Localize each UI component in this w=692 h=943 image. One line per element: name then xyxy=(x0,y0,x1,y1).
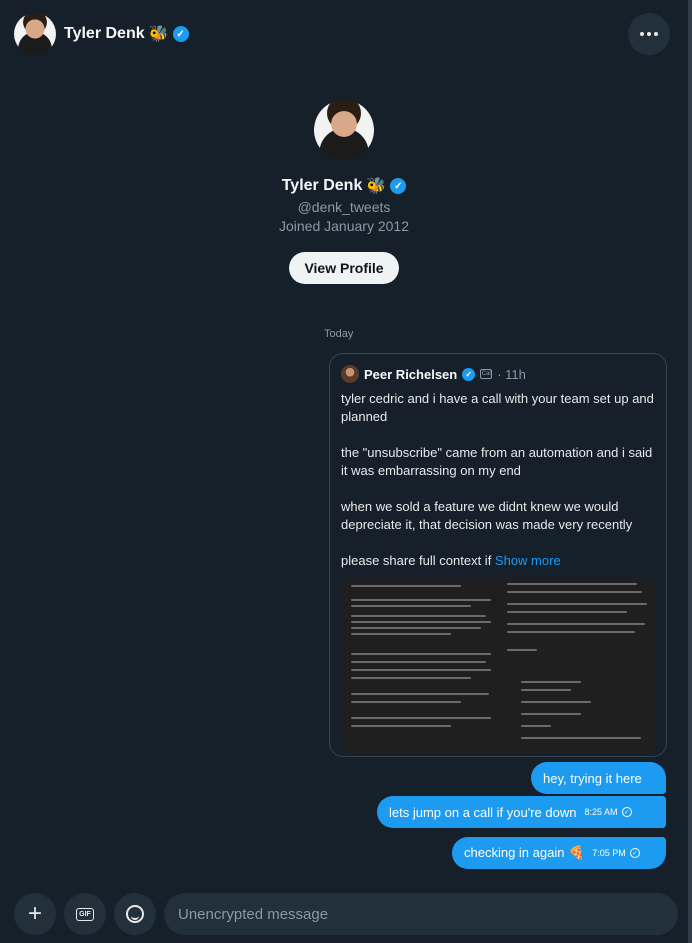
message-text: hey, trying it here xyxy=(543,770,642,786)
sent-check-icon: ✓ xyxy=(621,807,632,817)
date-divider: Today xyxy=(324,328,354,340)
profile-name: Tyler Denk 🐝 ✓ xyxy=(0,176,688,196)
view-profile-button[interactable]: View Profile xyxy=(289,252,399,284)
bee-emoji: 🐝 xyxy=(148,26,169,43)
plus-icon: + xyxy=(27,900,42,927)
profile-handle: @denk_tweets xyxy=(297,199,391,215)
tweet-image[interactable] xyxy=(341,577,655,753)
message-composer: + GIF xyxy=(0,885,688,943)
avatar[interactable] xyxy=(14,13,56,55)
emoji-icon xyxy=(126,905,144,923)
emoji-button[interactable] xyxy=(114,893,156,935)
tweet-time-value: 11h xyxy=(505,366,526,382)
more-dot-icon xyxy=(640,32,644,36)
profile-summary: Tyler Denk 🐝 ✓ @denk_tweets Joined Janua… xyxy=(0,100,688,284)
verified-icon: ✓ xyxy=(172,26,189,42)
message-text: lets jump on a call if you're down xyxy=(389,804,577,820)
message-text: checking in again 🍕 xyxy=(464,845,585,860)
image-panel xyxy=(345,579,495,641)
header-name-text: Tyler Denk xyxy=(64,25,145,42)
gif-icon: GIF xyxy=(76,907,94,921)
conversation-header: Tyler Denk 🐝 ✓ xyxy=(0,0,688,68)
quoted-tweet-card[interactable]: Peer Richelsen ✓ Cal · 11h tyler cedric … xyxy=(329,353,667,757)
message-time: 8:25 AM xyxy=(584,807,618,817)
tweet-paragraph: the "unsubscribe" came from an automatio… xyxy=(341,445,653,478)
tweet-author-avatar xyxy=(341,365,359,383)
more-options-button[interactable] xyxy=(628,13,670,55)
bee-emoji: 🐝 xyxy=(366,178,387,195)
show-more-link[interactable]: Show more xyxy=(495,553,561,568)
profile-avatar[interactable] xyxy=(314,100,374,160)
window-edge xyxy=(688,0,692,943)
message-meta: 8:25 AM ✓ xyxy=(584,807,632,817)
tweet-text: tyler cedric and i have a call with your… xyxy=(341,390,655,570)
sent-check-icon: ✓ xyxy=(629,848,640,858)
header-name[interactable]: Tyler Denk 🐝 ✓ xyxy=(64,24,189,44)
tweet-author-name: Peer Richelsen xyxy=(364,366,458,382)
add-attachment-button[interactable]: + xyxy=(14,893,56,935)
gif-button[interactable]: GIF xyxy=(64,893,106,935)
profile-name-text: Tyler Denk xyxy=(281,177,363,194)
tweet-time: · 11h xyxy=(497,366,526,382)
tweet-paragraph-truncated: please share full context if Show more xyxy=(341,552,655,570)
message-bubble[interactable]: lets jump on a call if you're down 8:25 … xyxy=(377,796,666,828)
message-input[interactable] xyxy=(164,893,678,935)
message-time: 7:05 PM xyxy=(592,848,626,858)
more-dot-icon xyxy=(654,32,658,36)
message-meta: 7:05 PM ✓ xyxy=(592,848,640,858)
tweet-paragraph: tyler cedric and i have a call with your… xyxy=(341,391,654,424)
verified-icon: ✓ xyxy=(390,178,407,194)
tweet-paragraph: when we sold a feature we didnt knew we … xyxy=(341,499,633,532)
message-bubble[interactable]: checking in again 🍕 7:05 PM ✓ xyxy=(452,837,666,869)
tweet-truncated-text: please share full context if xyxy=(341,553,495,568)
affiliate-badge-icon: Cal xyxy=(480,369,493,379)
tweet-header: Peer Richelsen ✓ Cal · 11h xyxy=(341,364,655,384)
message-bubble[interactable]: hey, trying it here xyxy=(531,762,666,794)
verified-icon: ✓ xyxy=(462,367,476,381)
more-dot-icon xyxy=(647,32,651,36)
profile-joined-date: Joined January 2012 xyxy=(279,218,409,234)
